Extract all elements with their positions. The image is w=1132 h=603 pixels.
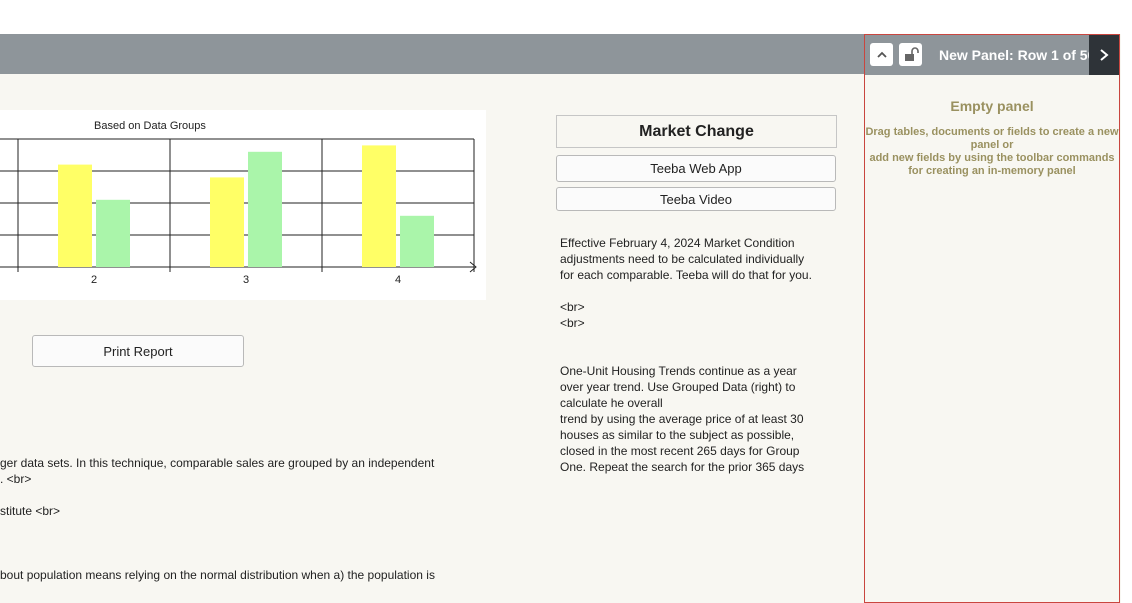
bar <box>248 151 282 267</box>
chart-title: Based on Data Groups <box>94 120 206 132</box>
panel-title: New Panel: Row 1 of 50 <box>939 47 1096 63</box>
chevron-up-icon <box>876 51 887 58</box>
text-line: Effective February 4, 2024 Market Condit… <box>560 236 795 250</box>
tick-label: 3 <box>243 274 249 286</box>
text-line: trend by using the average price of at l… <box>560 412 804 426</box>
teeba-video-button[interactable]: Teeba Video <box>556 187 836 211</box>
panel-header: New Panel: Row 1 of 50 <box>865 35 1119 75</box>
new-panel: New Panel: Row 1 of 50 Empty panel Drag … <box>864 34 1120 603</box>
text-line: houses as similar to the subject as poss… <box>560 428 795 442</box>
bar <box>210 177 244 267</box>
text-line: adjustments need to be calculated indivi… <box>560 252 805 266</box>
text-line <box>560 331 830 347</box>
chevron-right-icon <box>1100 49 1109 61</box>
text-line: . <br> <box>0 472 32 486</box>
text-line: for each comparable. Teeba will do that … <box>560 268 812 282</box>
teeba-web-app-button[interactable]: Teeba Web App <box>556 155 836 182</box>
bar-chart: 2 3 4 <box>0 138 477 286</box>
unlock-icon <box>904 46 919 61</box>
right-edge <box>1121 0 1132 603</box>
text-line: One. Repeat the search for the prior 365… <box>560 460 805 474</box>
print-report-button[interactable]: Print Report <box>32 335 244 367</box>
tick-label: 4 <box>395 274 401 286</box>
text-line: bout population means relying on the nor… <box>0 568 435 582</box>
text-line: One-Unit Housing Trends continue as a ye… <box>560 364 797 378</box>
text-line <box>560 283 830 299</box>
collapse-button[interactable] <box>870 43 893 66</box>
tick-label: 2 <box>91 274 97 286</box>
text-line <box>560 347 830 363</box>
text-line: <br> <box>560 316 585 330</box>
text-line: <br> <box>560 300 585 314</box>
header-bar <box>0 34 864 74</box>
market-change-title: Market Change <box>556 115 837 148</box>
bar <box>362 145 396 267</box>
text-line: stitute <br> <box>0 504 61 518</box>
text-line: calculate he overall <box>560 396 663 410</box>
chart-card: 2 3 4 Based on Data Groups <box>0 110 486 300</box>
empty-desc-line: add new fields by using the toolbar comm… <box>869 152 1115 177</box>
lock-button[interactable] <box>899 43 922 66</box>
empty-panel-title: Empty panel <box>950 98 1034 114</box>
next-row-button[interactable] <box>1089 35 1119 75</box>
top-blank-area <box>0 0 1132 34</box>
empty-desc-line: Drag tables, documents or fields to crea… <box>865 126 1119 151</box>
bar <box>58 164 92 267</box>
text-line: ger data sets. In this technique, compar… <box>0 456 435 470</box>
bar <box>400 215 434 267</box>
market-condition-text: Effective February 4, 2024 Market Condit… <box>560 235 830 475</box>
empty-panel-description: Drag tables, documents or fields to crea… <box>865 126 1119 178</box>
text-line: closed in the most recent 265 days for G… <box>560 444 800 458</box>
bar <box>96 199 130 267</box>
text-line: over year trend. Use Grouped Data (right… <box>560 380 796 394</box>
